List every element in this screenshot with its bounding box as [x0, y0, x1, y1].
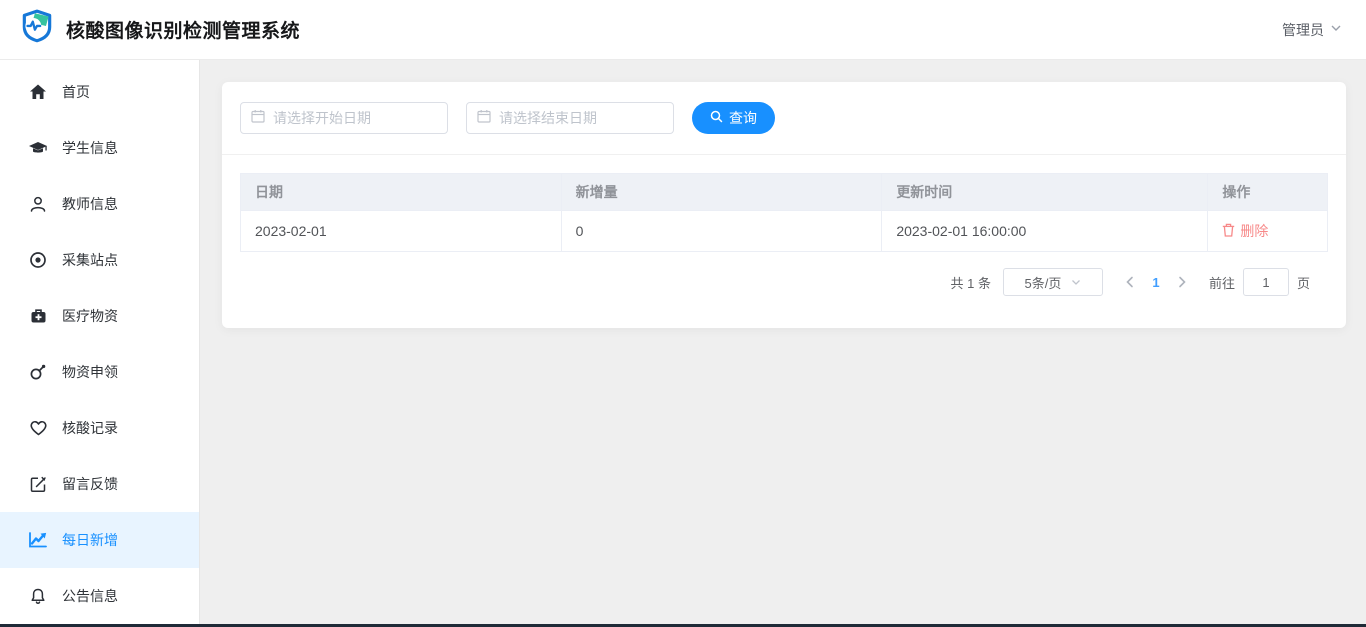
sidebar-item-label: 医疗物资	[62, 308, 118, 324]
sidebar-item-label: 留言反馈	[62, 476, 118, 492]
sidebar-item-label: 学生信息	[62, 140, 118, 156]
delete-button-label: 删除	[1240, 223, 1269, 239]
sidebar-item-label: 采集站点	[62, 252, 118, 268]
line-chart-icon	[28, 530, 48, 550]
page-number-1[interactable]: 1	[1143, 275, 1169, 290]
sidebar-item-teachers[interactable]: 教师信息	[0, 176, 199, 232]
data-table: 日期 新增量 更新时间 操作 2023-02-01 0 2023-02-01 1…	[240, 173, 1328, 252]
home-icon	[28, 82, 48, 102]
sidebar-item-daily-new[interactable]: 每日新增	[0, 512, 199, 568]
claim-icon	[28, 362, 48, 382]
bell-icon	[28, 586, 48, 606]
next-page-button[interactable]	[1169, 268, 1195, 296]
sidebar-item-students[interactable]: 学生信息	[0, 120, 199, 176]
sidebar-item-supply-claim[interactable]: 物资申领	[0, 344, 199, 400]
graduation-cap-icon	[28, 138, 48, 158]
start-date-input[interactable]	[273, 110, 454, 126]
search-button[interactable]: 查询	[692, 102, 775, 134]
page-size-select[interactable]: 5条/页	[1002, 268, 1103, 296]
app-header: 核酸图像识别检测管理系统 管理员	[0, 0, 1366, 60]
edit-square-icon	[28, 474, 48, 494]
main-content: 查询 日期 新增量 更新时间 操作	[200, 60, 1366, 624]
calendar-icon	[251, 109, 265, 128]
app-logo: 核酸图像识别检测管理系统	[18, 8, 300, 51]
start-date-picker[interactable]	[240, 102, 454, 134]
sidebar: 首页 学生信息 教师信息 采集站点 医疗物资 物资申领 核酸记录 留言反馈 每日…	[0, 60, 200, 624]
table-section: 日期 新增量 更新时间 操作 2023-02-01 0 2023-02-01 1…	[222, 155, 1346, 296]
sidebar-item-label: 教师信息	[62, 196, 118, 212]
calendar-icon	[477, 109, 491, 128]
col-header-count: 新增量	[560, 173, 883, 211]
cell-date: 2023-02-01	[240, 210, 562, 252]
sidebar-item-label: 首页	[62, 84, 90, 100]
sidebar-item-announcements[interactable]: 公告信息	[0, 568, 199, 624]
heart-icon	[28, 418, 48, 438]
search-button-label: 查询	[729, 110, 757, 126]
table-row[interactable]: 2023-02-01 0 2023-02-01 16:00:00 删除	[240, 210, 1328, 252]
delete-button[interactable]: 删除	[1222, 221, 1268, 241]
sidebar-item-label: 公告信息	[62, 588, 118, 604]
sidebar-item-label: 核酸记录	[62, 420, 118, 436]
end-date-picker[interactable]	[466, 102, 680, 134]
prev-page-button[interactable]	[1117, 268, 1143, 296]
col-header-date: 日期	[240, 173, 562, 211]
user-icon	[28, 194, 48, 214]
goto-label: 前往	[1208, 275, 1235, 291]
search-icon	[710, 110, 723, 126]
chevron-down-icon	[1330, 21, 1342, 39]
cell-count: 0	[560, 210, 883, 252]
total-count: 共 1 条	[950, 275, 991, 291]
target-icon	[28, 250, 48, 270]
pagination: 共 1 条 5条/页 1 前往 1 页	[240, 252, 1328, 296]
sidebar-item-label: 物资申领	[62, 364, 118, 380]
cell-updated: 2023-02-01 16:00:00	[881, 210, 1209, 252]
col-header-updated: 更新时间	[881, 173, 1209, 211]
end-date-input[interactable]	[499, 110, 680, 126]
search-bar: 查询	[222, 82, 1346, 155]
page-size-label: 5条/页	[1024, 275, 1062, 291]
table-header-row: 日期 新增量 更新时间 操作	[240, 173, 1328, 211]
sidebar-item-feedback[interactable]: 留言反馈	[0, 456, 199, 512]
chevron-down-icon	[1071, 275, 1081, 290]
cell-action: 删除	[1207, 210, 1328, 252]
user-menu-label: 管理员	[1282, 21, 1324, 38]
sidebar-item-medical-supplies[interactable]: 医疗物资	[0, 288, 199, 344]
page-unit-label: 页	[1296, 275, 1310, 291]
page-title: 核酸图像识别检测管理系统	[66, 21, 301, 42]
user-menu[interactable]: 管理员	[1282, 20, 1342, 40]
goto-page-input[interactable]	[1242, 268, 1289, 296]
shield-pulse-logo-icon	[18, 8, 56, 51]
medkit-icon	[28, 306, 48, 326]
col-header-action: 操作	[1207, 173, 1328, 211]
sidebar-item-stations[interactable]: 采集站点	[0, 232, 199, 288]
content-card: 查询 日期 新增量 更新时间 操作	[222, 82, 1346, 328]
sidebar-item-nucleic-records[interactable]: 核酸记录	[0, 400, 199, 456]
sidebar-item-label: 每日新增	[62, 532, 118, 548]
trash-icon	[1222, 223, 1235, 240]
sidebar-item-home[interactable]: 首页	[0, 64, 199, 120]
